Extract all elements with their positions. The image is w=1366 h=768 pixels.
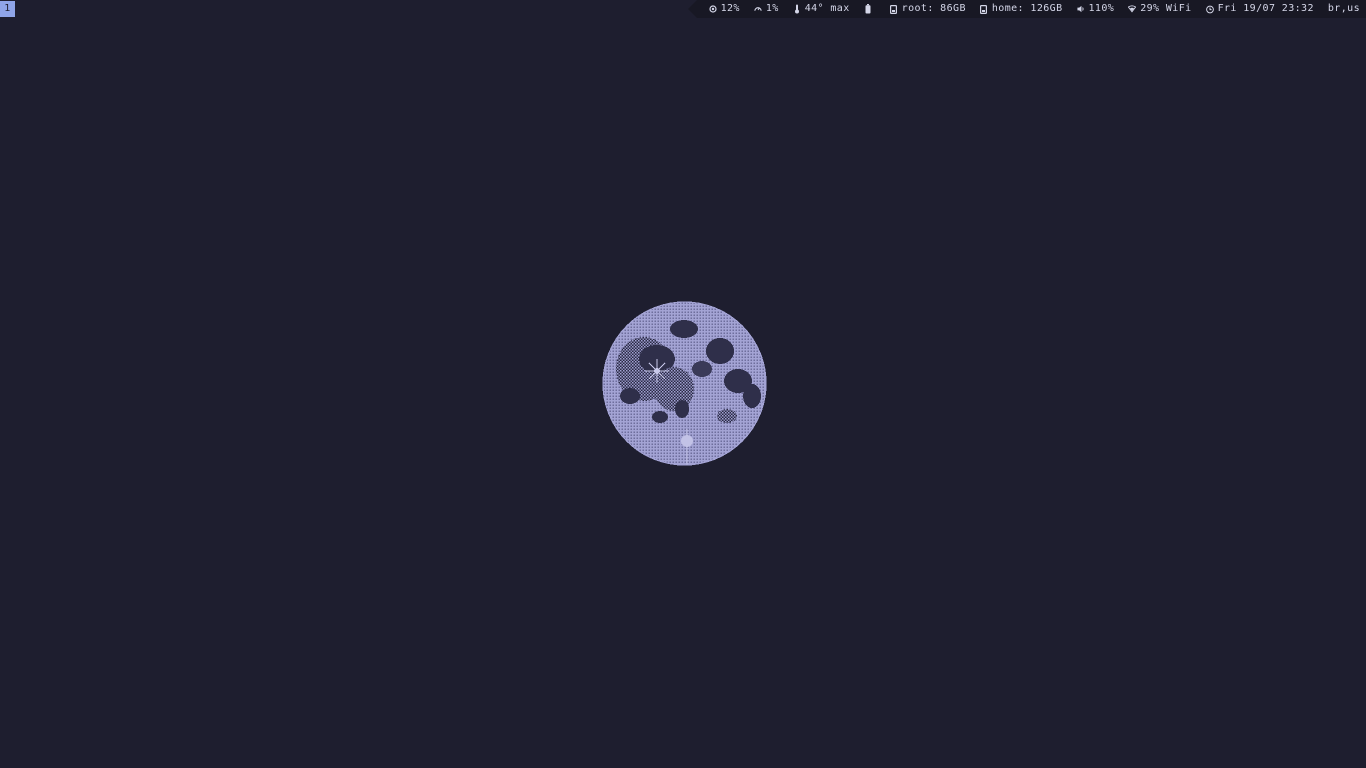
speaker-icon — [1076, 4, 1085, 14]
battery-module[interactable] — [864, 4, 876, 14]
root-disk-value: root: 86GB — [901, 3, 966, 14]
home-disk-value: home: 126GB — [991, 3, 1063, 14]
top-bar: 1 12% 1% 44° max root: 86GB home: 126GB … — [0, 0, 1366, 18]
temperature-value: 44° max — [804, 3, 850, 14]
memory-module[interactable]: 1% — [754, 0, 779, 18]
gauge-icon — [754, 4, 762, 14]
clock-module[interactable]: Fri 19/07 23:32 — [1205, 0, 1314, 18]
cpu-icon — [708, 4, 717, 14]
clock-icon — [1205, 4, 1214, 14]
workspace-1-button[interactable]: 1 — [0, 1, 15, 17]
keyboard-layout-value: br,us — [1327, 3, 1360, 14]
cpu-module[interactable]: 12% — [708, 0, 740, 18]
clock-value: Fri 19/07 23:32 — [1217, 3, 1314, 14]
home-disk-module[interactable]: home: 126GB — [980, 0, 1063, 18]
thermometer-icon — [793, 4, 801, 14]
temperature-module[interactable]: 44° max — [793, 0, 850, 18]
moon-wallpaper — [602, 301, 767, 466]
moon-image — [602, 301, 767, 466]
keyboard-layout-module[interactable]: br,us — [1328, 0, 1360, 18]
memory-value: 1% — [765, 3, 779, 14]
cpu-value: 12% — [720, 3, 740, 14]
disk-icon — [890, 4, 898, 14]
wifi-module[interactable]: 29% WiFi — [1128, 0, 1191, 18]
disk-icon — [980, 4, 988, 14]
wifi-value: 29% WiFi — [1140, 3, 1192, 14]
volume-value: 110% — [1088, 3, 1115, 14]
root-disk-module[interactable]: root: 86GB — [890, 0, 966, 18]
status-area: 12% 1% 44° max root: 86GB home: 126GB 11… — [687, 0, 1366, 18]
volume-module[interactable]: 110% — [1076, 0, 1115, 18]
battery-icon — [864, 4, 872, 14]
wifi-icon — [1128, 4, 1137, 14]
